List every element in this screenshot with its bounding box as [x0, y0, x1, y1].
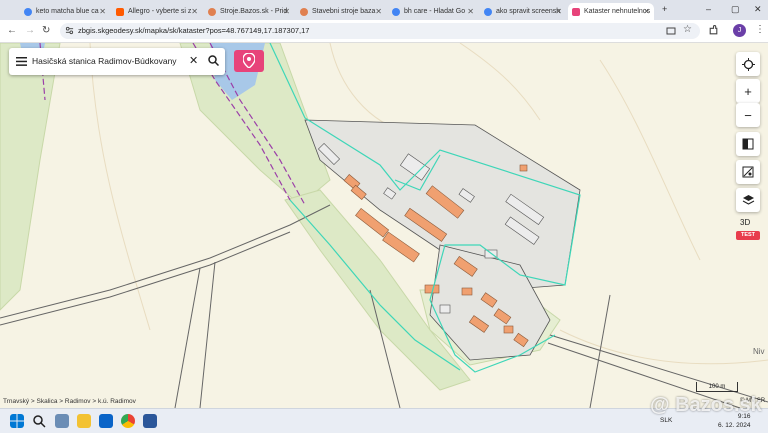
zoom-in-button[interactable]: + — [736, 79, 760, 103]
chrome-icon[interactable] — [121, 414, 135, 428]
close-tab-icon[interactable]: ✕ — [555, 7, 562, 16]
google-icon — [484, 7, 492, 16]
browser-tab-bar: keto matcha blue ca ✕ Allegro - vyberte s… — [0, 0, 768, 20]
bazos-watermark: @ Bazos.sk — [650, 394, 762, 416]
close-tab-icon[interactable]: ✕ — [643, 7, 650, 16]
google-icon — [392, 7, 400, 16]
test-badge: TEST — [736, 231, 760, 240]
allegro-icon — [116, 7, 124, 16]
split-view-icon — [742, 138, 754, 150]
bazos-icon — [208, 7, 216, 16]
extensions-icon[interactable] — [708, 25, 719, 36]
layers-button[interactable] — [736, 188, 760, 212]
tab-4[interactable]: bh care - Hladat Go ✕ — [388, 3, 478, 20]
search-icon[interactable] — [208, 55, 219, 66]
search-icon[interactable] — [32, 414, 46, 428]
place-label: Niv — [753, 347, 765, 356]
close-tab-icon[interactable]: ✕ — [99, 7, 106, 16]
tab-1[interactable]: Allegro - vyberte si z ✕ — [112, 3, 202, 20]
maximize-button[interactable]: ▢ — [731, 4, 740, 15]
search-query: Hasičská stanica Radimov-Búdkovany — [32, 56, 177, 66]
bazos-icon — [300, 7, 308, 16]
new-tab-button[interactable]: + — [662, 4, 667, 14]
tab-3[interactable]: Stavebni stroje baza ✕ — [296, 3, 386, 20]
tab-0[interactable]: keto matcha blue ca ✕ — [20, 3, 110, 20]
outlook-icon[interactable] — [99, 414, 113, 428]
compare-maps-button[interactable] — [736, 132, 760, 156]
map-tools-button[interactable] — [736, 160, 760, 184]
close-tab-icon[interactable]: ✕ — [283, 7, 290, 16]
zoom-out-button[interactable]: − — [736, 103, 760, 127]
clear-search-icon[interactable]: ✕ — [189, 54, 198, 67]
site-info-icon[interactable] — [65, 26, 74, 35]
windows-start-icon[interactable] — [10, 414, 24, 428]
map-canvas[interactable]: Niv — [0, 43, 768, 408]
scale-bar: 100 m — [696, 382, 738, 392]
url-field[interactable]: zbgis.skgeodesy.sk/mapka/sk/kataster?pos… — [60, 23, 700, 39]
word-icon[interactable] — [143, 414, 157, 428]
minimize-button[interactable]: – — [706, 4, 711, 14]
address-bar: ← → ↻ zbgis.skgeodesy.sk/mapka/sk/katast… — [0, 20, 768, 43]
back-button[interactable]: ← — [7, 25, 17, 36]
close-tab-icon[interactable]: ✕ — [467, 7, 474, 16]
close-window-button[interactable]: ✕ — [754, 4, 762, 15]
tab-6-active[interactable]: Kataster nehnutelnos ✕ — [568, 3, 654, 20]
layers-icon — [742, 195, 754, 205]
reload-button[interactable]: ↻ — [42, 25, 50, 36]
map-pin-icon — [243, 53, 255, 68]
bookmark-star-icon[interactable]: ☆ — [683, 24, 692, 35]
cadastral-map[interactable] — [0, 43, 768, 408]
task-view-icon[interactable] — [55, 414, 69, 428]
close-tab-icon[interactable]: ✕ — [191, 7, 198, 16]
url-text: zbgis.skgeodesy.sk/mapka/sk/kataster?pos… — [78, 26, 310, 35]
tab-5[interactable]: ako spravit screensh ✕ — [480, 3, 566, 20]
install-app-icon[interactable] — [666, 26, 676, 36]
hamburger-menu-icon[interactable] — [16, 57, 27, 66]
kataster-icon — [572, 7, 580, 16]
minus-icon: − — [744, 107, 752, 123]
crosshair-icon — [741, 57, 755, 71]
plus-icon: + — [744, 83, 752, 99]
file-explorer-icon[interactable] — [77, 414, 91, 428]
language-indicator[interactable]: SLK — [660, 417, 672, 424]
map-search-box[interactable]: Hasičská stanica Radimov-Búdkovany ✕ — [9, 48, 225, 75]
3d-label[interactable]: 3D — [740, 218, 750, 227]
close-tab-icon[interactable]: ✕ — [375, 7, 382, 16]
forward-button[interactable]: → — [25, 25, 35, 36]
menu-kebab-icon[interactable]: ⋮ — [755, 24, 765, 35]
my-location-button[interactable] — [736, 52, 760, 76]
map-edit-icon — [742, 166, 754, 178]
breadcrumb: Trnavský > Skalica > Radimov > k.ú. Radi… — [3, 398, 136, 405]
location-pin-button[interactable] — [234, 50, 264, 72]
profile-avatar[interactable]: J — [733, 24, 746, 37]
clock-date: 6. 12. 2024 — [718, 422, 751, 429]
google-icon — [24, 7, 32, 16]
tab-2[interactable]: Stroje.Bazos.sk - Prid ✕ — [204, 3, 294, 20]
